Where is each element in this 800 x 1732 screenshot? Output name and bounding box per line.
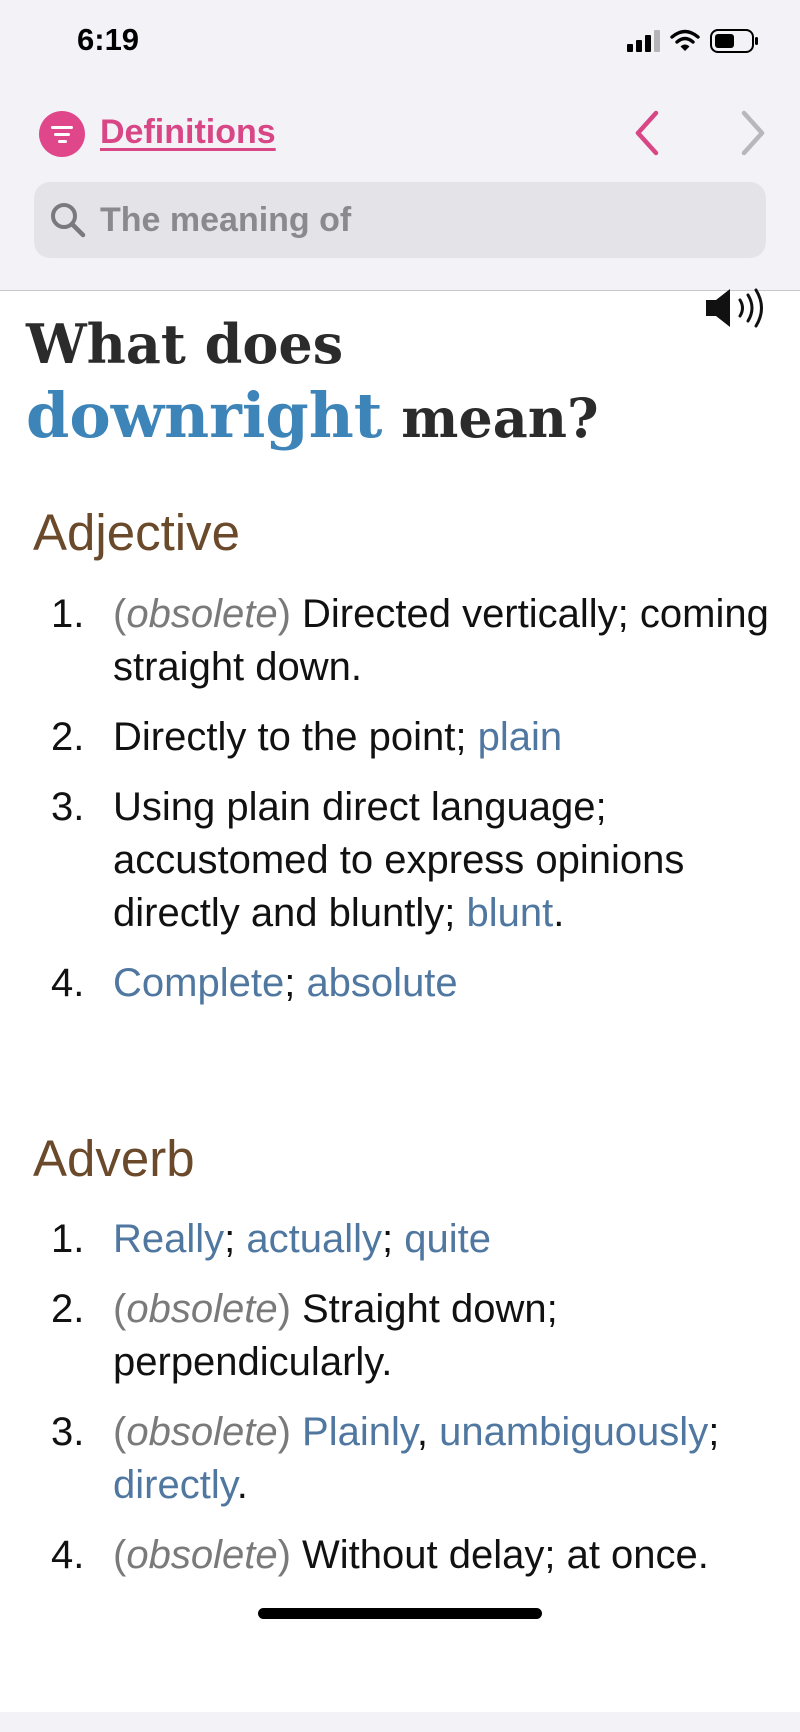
definition-segment: . [236, 1463, 248, 1507]
wifi-icon [670, 29, 700, 51]
definition-number: 2. [51, 1287, 85, 1331]
usage-label: ) [277, 592, 291, 636]
status-icons [627, 28, 760, 54]
nav-bar: Definitions [0, 105, 800, 161]
title-suffix: mean? [401, 386, 599, 450]
usage-label: ( [113, 1287, 127, 1331]
signal-icon [627, 30, 660, 52]
section-heading-adverb: Adverb [33, 1130, 195, 1187]
usage-label: ( [113, 592, 127, 636]
definition-item: 2. Directly to the point; plain [0, 711, 800, 764]
definition-link[interactable]: Plainly [302, 1410, 417, 1454]
headword: downright [26, 379, 383, 452]
definition-item: 3. Using plain direct language; accustome… [0, 781, 800, 940]
definition-number: 2. [51, 715, 85, 759]
usage-label: ) [277, 1287, 291, 1331]
definition-segment [291, 1410, 302, 1454]
definition-link[interactable]: blunt [467, 891, 554, 935]
usage-label: ) [277, 1410, 291, 1454]
definition-item: 2. (obsolete) Straight down; perpendicula… [0, 1283, 800, 1389]
definition-link[interactable]: directly [113, 1463, 237, 1507]
home-indicator [258, 1608, 542, 1619]
definition-link[interactable]: unambiguously [439, 1410, 708, 1454]
chevron-right-icon[interactable] [730, 105, 774, 161]
bottom-bar [0, 1712, 800, 1732]
usage-label: ( [113, 1410, 127, 1454]
page-title: What does downright mean? [26, 308, 786, 454]
definition-text: Directly to the point; plain [113, 711, 773, 764]
usage-label-text: obsolete [126, 592, 278, 636]
definition-list-adjective: 1. (obsolete) Directed vertically; coming… [0, 588, 800, 1027]
search-icon [51, 203, 86, 238]
definition-segment: ; [708, 1410, 720, 1454]
definition-link[interactable]: quite [404, 1217, 491, 1261]
definitions-link[interactable]: Definitions [100, 113, 276, 152]
definition-segment: ; [284, 961, 307, 1005]
usage-label-text: obsolete [126, 1410, 278, 1454]
definition-item: 3. (obsolete) Plainly, unambiguously; dir… [0, 1406, 800, 1512]
definition-text: (obsolete) Without delay; at once. [113, 1529, 773, 1582]
title-line-1: What does [26, 312, 344, 376]
definition-link[interactable]: Really [113, 1217, 224, 1261]
definition-number: 3. [51, 785, 85, 829]
definition-segment: Using plain direct language; accustomed … [113, 785, 685, 935]
definition-number: 3. [51, 1410, 85, 1454]
usage-label: ( [113, 1533, 127, 1577]
definition-item: 1. Really; actually; quite [0, 1213, 800, 1266]
usage-label-text: obsolete [126, 1287, 278, 1331]
definition-link[interactable]: absolute [306, 961, 457, 1005]
definition-segment: , [416, 1410, 440, 1454]
header-area: 6:19 Definitions [0, 0, 800, 291]
definition-list-adverb: 1. Really; actually; quite 2. (obsolete) St… [0, 1213, 800, 1599]
chevron-left-icon[interactable] [626, 105, 670, 161]
definition-segment: Directly to the point; [113, 715, 478, 759]
definition-item: 1. (obsolete) Directed vertically; coming… [0, 588, 800, 694]
section-heading-adjective: Adjective [33, 504, 240, 561]
definition-text: Really; actually; quite [113, 1213, 773, 1266]
definition-number: 4. [51, 961, 85, 1005]
search-bar[interactable] [34, 182, 766, 258]
usage-label-text: obsolete [126, 1533, 278, 1577]
definition-number: 1. [51, 1217, 85, 1261]
battery-icon [710, 29, 758, 53]
definition-link[interactable]: actually [246, 1217, 382, 1261]
definition-number: 4. [51, 1533, 85, 1577]
definition-segment: ; [224, 1217, 247, 1261]
definition-text: (obsolete) Directed vertically; coming s… [113, 588, 773, 694]
definition-segment: . [553, 891, 565, 935]
definition-item: 4. (obsolete) Without delay; at once. [0, 1529, 800, 1582]
definition-text: (obsolete) Plainly, unambiguously; direc… [113, 1406, 773, 1512]
usage-label: obsolete [126, 1287, 277, 1331]
definition-text: (obsolete) Straight down; perpendicularl… [113, 1283, 773, 1389]
filter-icon[interactable] [39, 111, 85, 157]
search-input[interactable] [100, 182, 740, 258]
definition-segment: Without delay; at once. [290, 1533, 709, 1577]
definition-link[interactable]: plain [478, 715, 563, 759]
definition-item: 4. Complete; absolute [0, 957, 800, 1010]
definition-link[interactable]: Complete [113, 961, 284, 1005]
definition-segment: ; [382, 1217, 405, 1261]
definition-number: 1. [51, 592, 85, 636]
usage-label: obsolete [126, 1533, 277, 1577]
usage-label: obsolete [126, 592, 277, 636]
definition-text: Using plain direct language; accustomed … [113, 781, 773, 940]
usage-label: obsolete [126, 1410, 277, 1454]
status-time: 6:19 [77, 22, 140, 57]
definition-text: Complete; absolute [113, 957, 773, 1010]
usage-label: ) [277, 1533, 291, 1577]
